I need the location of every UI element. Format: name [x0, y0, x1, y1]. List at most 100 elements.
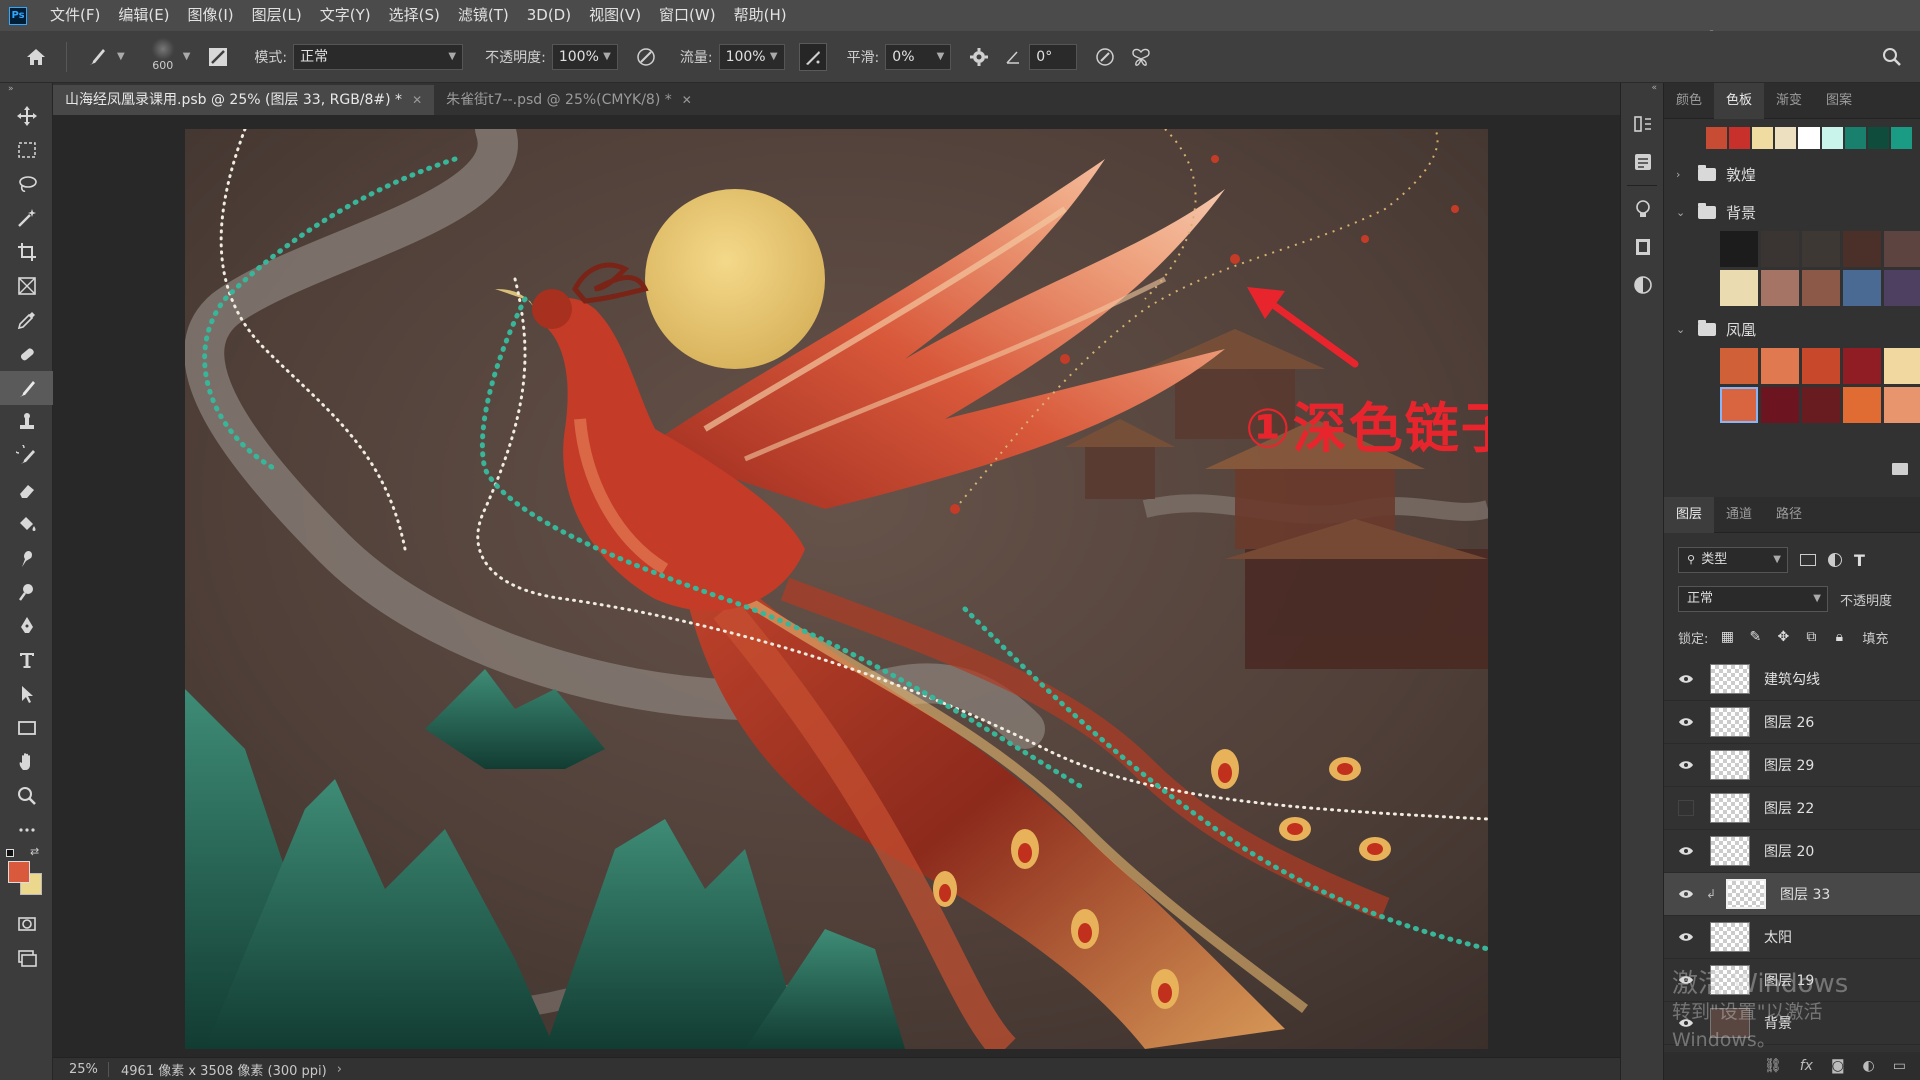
swap-colors-icon[interactable]: ⇄ — [30, 845, 39, 858]
swatch[interactable] — [1775, 127, 1797, 149]
swatch[interactable] — [1884, 387, 1920, 423]
swatch[interactable] — [1761, 270, 1799, 306]
type-tool-icon[interactable] — [0, 643, 53, 677]
dodge-tool-icon[interactable] — [0, 575, 53, 609]
search-icon[interactable] — [1878, 43, 1906, 71]
chevron-right-icon[interactable]: › — [337, 1062, 342, 1077]
tab-paths[interactable]: 路径 — [1764, 497, 1814, 533]
menu-edit[interactable]: 编辑(E) — [109, 0, 178, 31]
libraries-panel-icon[interactable] — [1621, 228, 1665, 266]
chevron-down-icon[interactable]: ▼ — [183, 51, 191, 62]
collapse-arrows-icon[interactable]: » — [0, 83, 52, 99]
swatch[interactable] — [1843, 387, 1881, 423]
layer-filter-select[interactable]: ⚲ 类型 ▼ — [1678, 547, 1788, 573]
swatch-selected[interactable] — [1720, 387, 1758, 423]
layer-name[interactable]: 图层 20 — [1764, 841, 1814, 861]
crop-tool-icon[interactable] — [0, 235, 53, 269]
zoom-level[interactable]: 25% — [53, 1061, 109, 1077]
swatch[interactable] — [1720, 231, 1758, 267]
pen-tool-icon[interactable] — [0, 609, 53, 643]
swatch[interactable] — [1843, 348, 1881, 384]
lock-position-icon[interactable]: ✥ — [1774, 628, 1792, 646]
move-tool-icon[interactable] — [0, 99, 53, 133]
layer-name[interactable]: 图层 22 — [1764, 798, 1814, 818]
eraser-tool-icon[interactable] — [0, 473, 53, 507]
adjustment-filter-icon[interactable] — [1828, 553, 1842, 567]
menu-window[interactable]: 窗口(W) — [650, 0, 725, 31]
photoshop-logo[interactable]: Ps — [9, 6, 27, 25]
marquee-tool-icon[interactable] — [0, 133, 53, 167]
new-adjustment-icon[interactable]: ◐ — [1863, 1058, 1875, 1074]
tab-patterns[interactable]: 图案 — [1814, 83, 1864, 119]
history-panel-icon[interactable] — [1621, 105, 1665, 143]
lock-transparent-icon[interactable]: ▦ — [1718, 628, 1736, 646]
color-swatches[interactable]: ⇄ — [0, 845, 53, 907]
layer-name[interactable]: 建筑勾线 — [1764, 669, 1820, 689]
layer-name[interactable]: 图层 33 — [1780, 884, 1830, 904]
swatch[interactable] — [1884, 348, 1920, 384]
swatch[interactable] — [1843, 270, 1881, 306]
blend-mode-select[interactable]: 正常 ▼ — [1678, 586, 1828, 612]
properties-panel-icon[interactable] — [1621, 143, 1665, 181]
swatch-group-phoenix[interactable]: ⌄ 凤凰 — [1664, 310, 1920, 348]
foreground-color-swatch[interactable] — [8, 861, 30, 883]
pressure-opacity-icon[interactable] — [632, 43, 660, 71]
layer-name[interactable]: 图层 29 — [1764, 755, 1814, 775]
type-filter-icon[interactable]: T — [1854, 551, 1865, 570]
gear-icon[interactable] — [965, 43, 993, 71]
tab-color[interactable]: 颜色 — [1664, 83, 1714, 119]
flow-field[interactable]: 100% ▼ — [718, 43, 785, 70]
smoothing-field[interactable]: 0% ▼ — [885, 43, 952, 70]
layer-name[interactable]: 太阳 — [1764, 927, 1792, 947]
menu-image[interactable]: 图像(I) — [179, 0, 243, 31]
eye-icon[interactable] — [1672, 760, 1700, 770]
close-icon[interactable]: ✕ — [412, 85, 422, 115]
swatch[interactable] — [1720, 270, 1758, 306]
swatch[interactable] — [1752, 127, 1774, 149]
new-group-icon[interactable]: ▭ — [1893, 1058, 1906, 1074]
symmetry-butterfly-icon[interactable] — [1127, 43, 1155, 71]
zoom-tool-icon[interactable] — [0, 779, 53, 813]
menu-3d[interactable]: 3D(D) — [518, 0, 580, 31]
swatch[interactable] — [1761, 231, 1799, 267]
chevron-down-icon[interactable]: ▼ — [117, 51, 125, 62]
layer-name[interactable]: 图层 26 — [1764, 712, 1814, 732]
new-group-folder-icon[interactable] — [1892, 463, 1908, 475]
path-selection-tool-icon[interactable] — [0, 677, 53, 711]
menu-filter[interactable]: 滤镜(T) — [449, 0, 518, 31]
link-layers-icon[interactable]: ⛓︎ — [1764, 1058, 1782, 1074]
brush-settings-panel-icon[interactable] — [204, 43, 232, 71]
close-icon[interactable]: ✕ — [682, 85, 692, 115]
layer-effects-icon[interactable]: fx — [1800, 1058, 1813, 1074]
frame-tool-icon[interactable] — [0, 269, 53, 303]
home-icon[interactable] — [22, 43, 50, 71]
airbrush-icon[interactable] — [798, 42, 827, 71]
default-colors-icon[interactable] — [6, 849, 14, 857]
swatch[interactable] — [1761, 348, 1799, 384]
opacity-field[interactable]: 100% ▼ — [551, 43, 618, 70]
layer-row[interactable]: 图层 29 — [1664, 744, 1920, 787]
lock-all-icon[interactable]: 🔒︎ — [1830, 628, 1848, 646]
menu-view[interactable]: 视图(V) — [580, 0, 650, 31]
layer-row[interactable]: 图层 20 — [1664, 830, 1920, 873]
screen-mode-icon[interactable] — [0, 941, 53, 975]
mode-select[interactable]: 正常 ▼ — [293, 43, 464, 70]
layer-row[interactable]: 图层 22 — [1664, 787, 1920, 830]
swatch-group-background[interactable]: ⌄ 背景 — [1664, 193, 1920, 231]
swatch[interactable] — [1844, 127, 1866, 149]
canvas-area[interactable]: ①深色链子 — [53, 115, 1620, 1060]
rectangle-tool-icon[interactable] — [0, 711, 53, 745]
clone-stamp-tool-icon[interactable] — [0, 405, 53, 439]
angle-field[interactable]: 0° — [1029, 43, 1078, 70]
swatch[interactable] — [1720, 348, 1758, 384]
phoenix-artwork[interactable]: ①深色链子 — [185, 129, 1488, 1049]
brush-preset-icon[interactable] — [83, 43, 111, 71]
tab-channels[interactable]: 通道 — [1714, 497, 1764, 533]
eye-icon[interactable] — [1672, 717, 1700, 727]
swatch[interactable] — [1867, 127, 1889, 149]
smudge-tool-icon[interactable] — [0, 541, 53, 575]
tab-swatches[interactable]: 色板 — [1714, 82, 1765, 119]
swatch[interactable] — [1802, 270, 1840, 306]
swatch[interactable] — [1890, 127, 1912, 149]
eye-icon[interactable] — [1672, 674, 1700, 684]
